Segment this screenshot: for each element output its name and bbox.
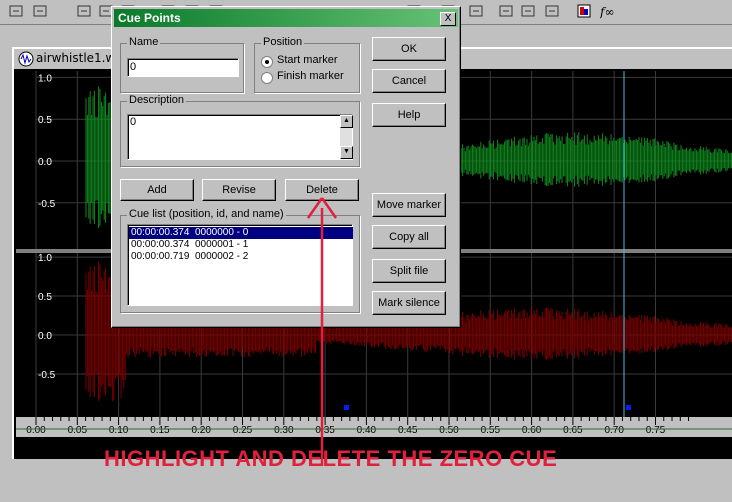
description-group: Description 0 ▲ ▼ bbox=[120, 94, 360, 167]
close-button[interactable]: X bbox=[440, 12, 456, 26]
move-marker-button[interactable]: Move marker bbox=[372, 193, 446, 217]
x-axis-label: 0.45 bbox=[398, 425, 418, 436]
y-axis-label: 0.0 bbox=[38, 157, 52, 168]
y-axis-label: 0.5 bbox=[38, 115, 52, 126]
cue-marker-icon bbox=[344, 405, 349, 410]
scroll-up-icon[interactable]: ▲ bbox=[340, 115, 353, 128]
ok-button[interactable]: OK bbox=[372, 37, 446, 61]
cue-points-dialog: Cue Points X Name 0 Position Start marke… bbox=[111, 6, 461, 328]
position-label: Position bbox=[261, 36, 305, 48]
mark-silence-button[interactable]: Mark silence bbox=[372, 291, 446, 315]
crop-icon[interactable] bbox=[8, 3, 24, 19]
x-axis-label: 0.50 bbox=[439, 425, 459, 436]
finish-marker-label: Finish marker bbox=[277, 70, 344, 82]
x-axis-label: 0.15 bbox=[150, 425, 170, 436]
svg-text:f∞: f∞ bbox=[600, 5, 614, 19]
finish-marker-radio[interactable] bbox=[261, 72, 273, 84]
revise-button[interactable]: Revise bbox=[202, 179, 276, 201]
annotation-text: HIGHLIGHT AND DELETE THE ZERO CUE bbox=[104, 446, 558, 471]
description-scrollbar[interactable]: ▲ ▼ bbox=[340, 115, 353, 159]
x-axis-label: 0.70 bbox=[604, 425, 624, 436]
x-axis-label: 0.65 bbox=[563, 425, 583, 436]
y-axis-label: 1.0 bbox=[38, 73, 52, 84]
wave-file-icon bbox=[18, 51, 34, 67]
mute-icon[interactable] bbox=[32, 3, 48, 19]
cue-list-label: Cue list (position, id, and name) bbox=[127, 208, 286, 220]
function-icon[interactable]: f∞ bbox=[600, 3, 616, 19]
add-button[interactable]: Add bbox=[120, 179, 194, 201]
x-axis-label: 0.75 bbox=[646, 425, 666, 436]
dialog-title: Cue Points bbox=[118, 11, 181, 25]
x-axis-label: 0.60 bbox=[522, 425, 542, 436]
split-file-button[interactable]: Split file bbox=[372, 259, 446, 283]
y-axis-label: 0.0 bbox=[38, 331, 52, 342]
description-textarea[interactable]: 0 ▲ ▼ bbox=[127, 114, 353, 160]
x-axis-label: 0.10 bbox=[109, 425, 129, 436]
y-axis-label: -0.5 bbox=[38, 199, 56, 210]
x-axis-label: 0.20 bbox=[191, 425, 211, 436]
fit-icon[interactable] bbox=[468, 3, 484, 19]
x-axis-label: 0.25 bbox=[233, 425, 253, 436]
start-marker-label: Start marker bbox=[277, 54, 338, 66]
annotation-arrow bbox=[306, 197, 338, 466]
document-title: airwhistle1.w bbox=[36, 51, 116, 65]
name-label: Name bbox=[127, 36, 161, 48]
x-axis-label: 0.40 bbox=[357, 425, 377, 436]
name-group: Name 0 bbox=[120, 36, 244, 93]
view-icon[interactable] bbox=[520, 3, 536, 19]
y-axis-label: -0.5 bbox=[38, 370, 56, 381]
x-axis-label: 0.30 bbox=[274, 425, 294, 436]
dialog-titlebar: Cue Points X bbox=[114, 9, 458, 27]
y-axis-label: 1.0 bbox=[38, 253, 52, 264]
trim-left-icon[interactable] bbox=[76, 3, 92, 19]
description-text: 0 bbox=[130, 116, 137, 128]
scroll-down-icon[interactable]: ▼ bbox=[340, 146, 353, 159]
x-axis-label: 0.00 bbox=[26, 425, 46, 436]
x-axis-label: 0.55 bbox=[481, 425, 501, 436]
description-label: Description bbox=[127, 94, 187, 106]
help-button[interactable]: Help bbox=[372, 103, 446, 127]
x-axis-label: 0.05 bbox=[68, 425, 88, 436]
cue-marker-icon bbox=[626, 405, 631, 410]
cancel-button[interactable]: Cancel bbox=[372, 69, 446, 93]
preview-icon[interactable] bbox=[544, 3, 560, 19]
plugin-icon[interactable] bbox=[576, 3, 592, 19]
y-axis-label: 0.5 bbox=[38, 292, 52, 303]
envelope-icon[interactable] bbox=[498, 3, 514, 19]
copy-all-button[interactable]: Copy all bbox=[372, 225, 446, 249]
start-marker-radio[interactable] bbox=[261, 56, 273, 68]
position-group: Position Start marker Finish marker bbox=[254, 36, 360, 93]
name-input[interactable]: 0 bbox=[127, 58, 239, 77]
